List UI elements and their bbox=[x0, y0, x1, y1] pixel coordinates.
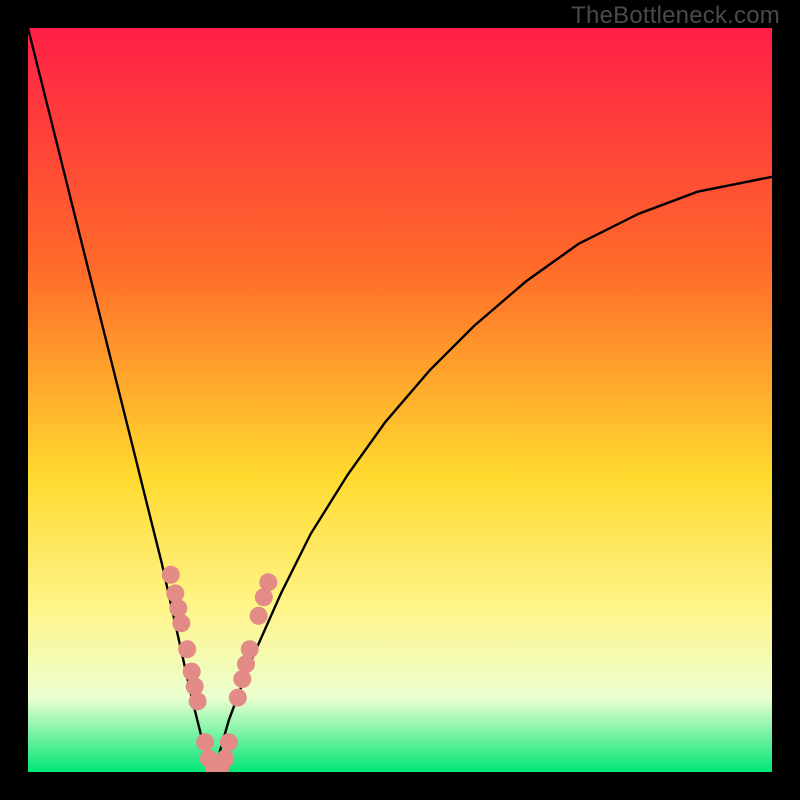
data-point bbox=[250, 607, 268, 625]
chart-frame: TheBottleneck.com bbox=[0, 0, 800, 800]
plot-area bbox=[28, 28, 772, 772]
data-point bbox=[216, 750, 234, 768]
chart-svg bbox=[28, 28, 772, 772]
data-point bbox=[229, 689, 247, 707]
data-point bbox=[166, 584, 184, 602]
data-point bbox=[183, 663, 201, 681]
data-point bbox=[220, 733, 238, 751]
data-point bbox=[186, 677, 204, 695]
data-point bbox=[196, 733, 214, 751]
data-point bbox=[172, 614, 190, 632]
data-point bbox=[189, 692, 207, 710]
gradient-background bbox=[28, 28, 772, 772]
data-point bbox=[162, 566, 180, 584]
data-point bbox=[169, 599, 187, 617]
data-point bbox=[259, 573, 277, 591]
watermark-text: TheBottleneck.com bbox=[571, 2, 780, 30]
data-point bbox=[241, 640, 259, 658]
data-point bbox=[178, 640, 196, 658]
